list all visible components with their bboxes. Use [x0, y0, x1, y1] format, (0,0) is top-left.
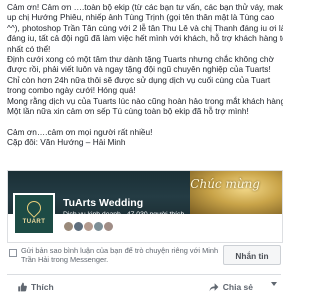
post-line: Cảm ơn….cảm ơn mọi người rất nhiều!: [7, 126, 153, 137]
post-line: nhất có thể!: [7, 43, 51, 54]
post-text: Cảm ơn! Cảm ơn ….toàn bộ ekip (từ các bạ…: [7, 2, 283, 148]
post-line: trong combo ngày cưới! Hóng quá!: [7, 85, 136, 96]
logo-text: TUART: [22, 219, 46, 225]
cover-script-text: Chúc mừng: [190, 177, 260, 191]
friends-liked-avatars: [63, 221, 114, 232]
share-arrow-icon: [209, 283, 219, 292]
post-line: Cảm ơn! Cảm ơn ….toàn bộ ekip (từ các bạ…: [7, 2, 283, 12]
post-line: Chỉ còn hơn 24h nữa thôi sẽ được sử dụng…: [7, 74, 271, 85]
page-meta: Dịch vụ kinh doanh · 47.030 người thích: [63, 211, 185, 218]
share-label: Chia sẻ: [222, 282, 253, 292]
post-line: up chị Hướng Phiêu, nhiếp ảnh Tùng Trịnh…: [7, 12, 275, 23]
post-line: Cặp đôi: Văn Hướng – Hải Minh: [7, 137, 126, 148]
post-line: đáng iu, tất cả đội ngũ đã làm việc hết …: [7, 33, 283, 44]
messenger-text: Gửi bản sao bình luận của bạn để trò chu…: [21, 246, 219, 265]
send-message-button[interactable]: Nhắn tin: [223, 245, 281, 265]
post-line: được rồi, phải viết luôn và ngay tặng độ…: [7, 64, 271, 75]
messenger-checkbox[interactable]: [9, 249, 17, 257]
chevron-down-icon[interactable]: [269, 279, 279, 289]
post-line: Định cưới xong có một tâm thư dành tặng …: [7, 54, 274, 65]
page-info: TUART TuArts Wedding Dịch vụ kinh doanh …: [8, 193, 282, 242]
post-line: ^^), photoshop Trần Tân cùng với 2 lễ tâ…: [7, 22, 283, 33]
post-line: Một lần nữa xin cảm ơn sếp Tú cùng toàn …: [7, 106, 249, 117]
like-label: Thích: [31, 282, 54, 292]
avatar: [103, 221, 114, 232]
messenger-send-row: Gửi bản sao bình luận của bạn để trò chu…: [7, 243, 281, 272]
share-button[interactable]: Chia sẻ: [209, 282, 253, 292]
page-logo[interactable]: TUART: [13, 193, 55, 235]
page-preview-card[interactable]: Chúc mừng TUART TuArts Wedding Dịch vụ k…: [7, 170, 283, 243]
like-button[interactable]: Thích: [17, 282, 54, 292]
logo-mark-icon: [24, 198, 44, 218]
action-bar: Thích Chia sẻ: [7, 278, 281, 296]
post-line: Mong rằng dịch vụ của Tuarts lúc nào cũn…: [7, 95, 283, 106]
divider: [7, 274, 281, 275]
page-name[interactable]: TuArts Wedding: [63, 197, 143, 209]
post-line: [7, 116, 283, 126]
thumbs-up-icon: [18, 282, 27, 292]
